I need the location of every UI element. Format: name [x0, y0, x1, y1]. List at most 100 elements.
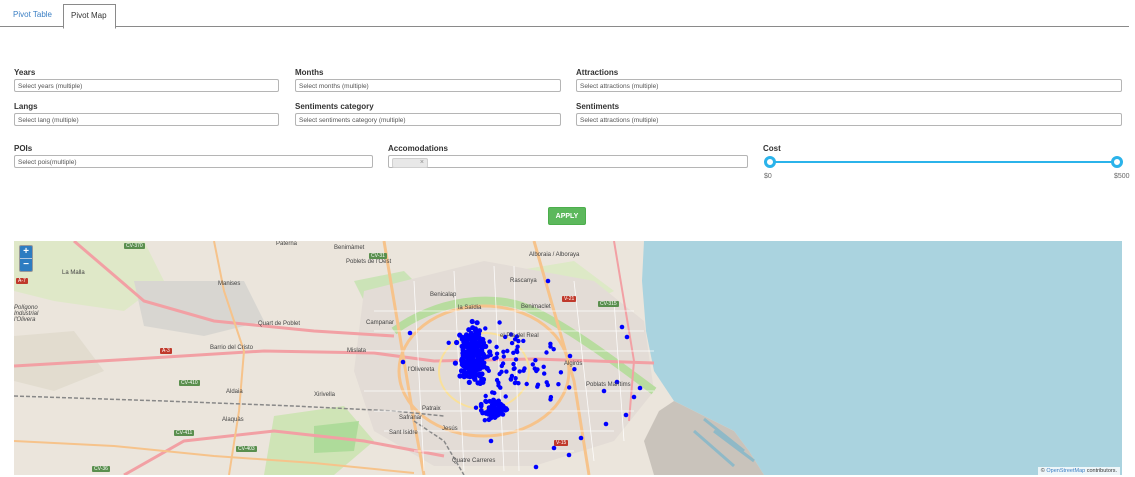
poi-marker[interactable]: [476, 349, 482, 354]
poi-marker[interactable]: [473, 326, 478, 331]
poi-marker[interactable]: [556, 382, 561, 387]
zoom-out-button[interactable]: −: [20, 258, 32, 271]
poi-marker[interactable]: [548, 341, 553, 346]
poi-marker[interactable]: [486, 368, 491, 373]
poi-marker[interactable]: [542, 371, 547, 376]
poi-marker[interactable]: [508, 376, 513, 382]
poi-marker[interactable]: [480, 376, 485, 382]
poi-marker[interactable]: [468, 364, 474, 370]
poi-marker[interactable]: [464, 340, 470, 346]
poi-marker[interactable]: [501, 349, 506, 354]
poi-marker[interactable]: [496, 380, 501, 385]
poi-marker[interactable]: [545, 278, 551, 284]
poi-marker[interactable]: [497, 320, 502, 325]
poi-marker[interactable]: [477, 343, 483, 349]
poi-marker[interactable]: [459, 361, 465, 368]
poi-marker[interactable]: [541, 364, 546, 369]
tag-remove-icon[interactable]: ×: [420, 156, 424, 169]
poi-marker[interactable]: [512, 366, 517, 371]
poi-marker[interactable]: [462, 351, 468, 357]
poi-marker[interactable]: [446, 340, 451, 345]
apply-button[interactable]: APPLY: [548, 207, 586, 225]
poi-marker[interactable]: [494, 344, 499, 350]
poi-marker[interactable]: [503, 394, 508, 399]
poi-marker[interactable]: [481, 355, 486, 360]
poi-marker[interactable]: [454, 339, 460, 346]
poi-marker[interactable]: [551, 347, 556, 352]
map-view[interactable]: Paterna Benimàmet Poblets de l'Oest Albo…: [14, 241, 1122, 475]
attractions-select[interactable]: Select attractions (multiple): [576, 79, 1122, 92]
poi-marker[interactable]: [624, 334, 630, 340]
months-select[interactable]: Select months (multiple): [295, 79, 561, 92]
cost-slider-max-handle[interactable]: [1111, 156, 1123, 168]
poi-marker[interactable]: [558, 370, 564, 375]
poi-marker[interactable]: [500, 361, 506, 366]
poi-marker[interactable]: [486, 417, 492, 423]
poi-marker[interactable]: [465, 374, 471, 379]
poi-marker[interactable]: [513, 380, 518, 385]
poi-marker[interactable]: [400, 359, 406, 365]
poi-marker[interactable]: [494, 355, 499, 360]
poi-marker[interactable]: [619, 324, 625, 330]
poi-marker[interactable]: [513, 357, 519, 362]
poi-marker[interactable]: [548, 394, 554, 400]
poi-marker[interactable]: [501, 354, 506, 359]
poi-marker[interactable]: [471, 342, 477, 348]
poi-marker[interactable]: [623, 412, 629, 418]
zoom-in-button[interactable]: +: [20, 246, 32, 258]
poi-marker[interactable]: [513, 376, 518, 381]
langs-select[interactable]: Select lang (multiple): [14, 113, 279, 126]
poi-marker[interactable]: [505, 348, 510, 354]
tab-pivot-table[interactable]: Pivot Table: [6, 4, 59, 26]
poi-marker[interactable]: [484, 399, 489, 405]
poi-marker[interactable]: [475, 372, 480, 378]
poi-marker[interactable]: [494, 351, 500, 356]
accommodations-select[interactable]: ×: [388, 155, 748, 168]
poi-marker[interactable]: [492, 390, 497, 396]
poi-marker[interactable]: [488, 438, 494, 444]
poi-marker[interactable]: [474, 358, 480, 363]
poi-marker[interactable]: [483, 393, 488, 399]
pois-select[interactable]: Select pois(multiple): [14, 155, 373, 168]
poi-marker[interactable]: [478, 401, 484, 407]
poi-marker[interactable]: [495, 406, 501, 411]
poi-marker[interactable]: [578, 435, 584, 441]
poi-marker[interactable]: [533, 358, 538, 363]
poi-marker[interactable]: [490, 408, 496, 414]
poi-marker[interactable]: [572, 367, 577, 372]
poi-marker[interactable]: [522, 366, 527, 371]
poi-marker[interactable]: [567, 385, 572, 390]
cost-slider-track[interactable]: [769, 161, 1117, 163]
poi-marker[interactable]: [504, 369, 509, 374]
poi-marker[interactable]: [474, 320, 480, 326]
poi-marker[interactable]: [545, 382, 550, 388]
poi-marker[interactable]: [457, 373, 463, 379]
poi-marker[interactable]: [601, 388, 607, 394]
poi-marker[interactable]: [521, 338, 526, 344]
poi-marker[interactable]: [492, 415, 498, 420]
poi-marker[interactable]: [482, 418, 487, 423]
years-select[interactable]: Select years (multiple): [14, 79, 279, 92]
poi-marker[interactable]: [603, 421, 609, 427]
poi-marker[interactable]: [485, 354, 491, 359]
poi-marker[interactable]: [487, 339, 492, 344]
poi-marker[interactable]: [530, 362, 535, 367]
poi-marker[interactable]: [498, 385, 503, 390]
poi-marker[interactable]: [535, 367, 540, 372]
poi-marker[interactable]: [482, 360, 487, 365]
poi-marker[interactable]: [495, 399, 501, 404]
cost-slider-min-handle[interactable]: [764, 156, 776, 168]
poi-marker[interactable]: [511, 361, 516, 367]
poi-marker[interactable]: [466, 379, 472, 385]
poi-marker[interactable]: [551, 445, 557, 451]
poi-marker[interactable]: [473, 405, 479, 410]
poi-marker[interactable]: [407, 330, 413, 336]
poi-marker[interactable]: [517, 369, 522, 374]
poi-marker[interactable]: [535, 382, 541, 387]
poi-marker[interactable]: [483, 326, 488, 331]
poi-marker[interactable]: [497, 371, 502, 377]
poi-marker[interactable]: [452, 360, 458, 366]
poi-marker[interactable]: [533, 464, 539, 470]
poi-marker[interactable]: [631, 394, 637, 400]
poi-marker[interactable]: [637, 385, 643, 391]
